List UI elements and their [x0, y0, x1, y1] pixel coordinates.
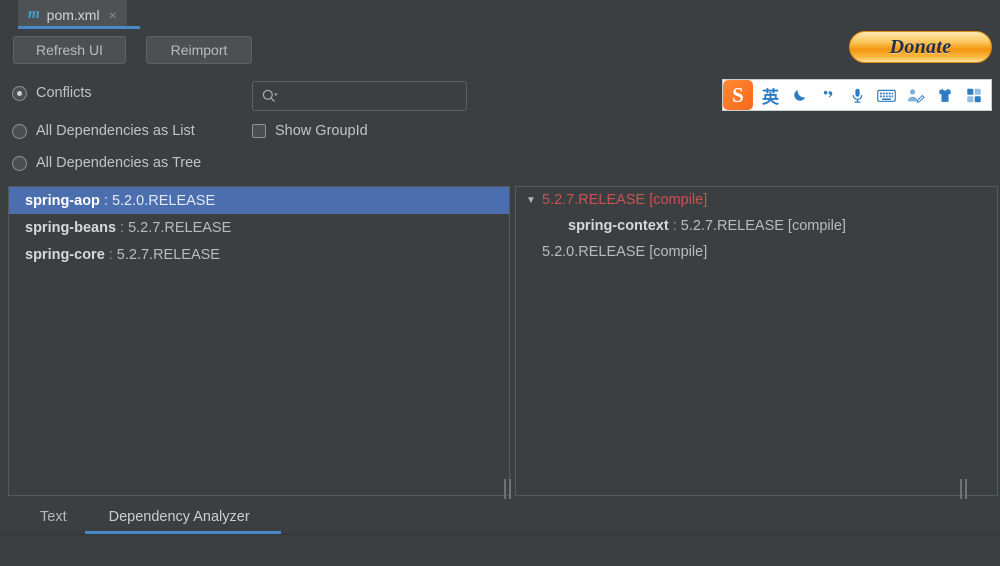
sogou-logo-icon[interactable]: S: [723, 80, 753, 110]
radio-all-dependencies-as-tree[interactable]: All Dependencies as Tree: [12, 155, 201, 171]
language-mode-english-icon[interactable]: 英: [757, 80, 784, 110]
separator: :: [672, 218, 677, 234]
toolbox-grid-icon[interactable]: [960, 80, 987, 110]
artifact-id: spring-beans: [25, 219, 117, 236]
maven-m-icon: m: [28, 6, 40, 22]
list-item[interactable]: spring-beans : 5.2.7.RELEASE: [9, 214, 509, 241]
separator: :: [103, 192, 108, 209]
separator: :: [108, 246, 113, 263]
microphone-icon[interactable]: [844, 80, 871, 110]
tab-dependency-analyzer[interactable]: Dependency Analyzer: [101, 499, 258, 535]
tree-node-label: 5.2.0.RELEASE [compile]: [542, 244, 708, 260]
artifact-id: spring-aop: [25, 192, 100, 209]
radio-conflicts-indicator: [12, 85, 27, 101]
sogou-ime-toolbar[interactable]: S 英: [722, 79, 992, 111]
tree-row[interactable]: spring-context : 5.2.7.RELEASE [compile]: [516, 213, 997, 239]
search-icon: [261, 88, 278, 105]
editor-tab-label: pom.xml: [46, 6, 100, 23]
radio-all-dependencies-as-tree-label: All Dependencies as Tree: [36, 155, 202, 171]
editor-tab-active-underline: [18, 26, 140, 29]
separator: :: [120, 219, 125, 236]
dependency-tree-pane[interactable]: ▼ 5.2.7.RELEASE [compile] spring-context…: [515, 186, 998, 496]
maven-dependency-analyzer-window: m pom.xml × Refresh UI Reimport Donate S…: [0, 0, 1000, 566]
bottom-tab-bar: Text Dependency Analyzer: [0, 499, 1000, 535]
tree-node-label: 5.2.7.RELEASE [compile]: [680, 218, 846, 234]
donate-button[interactable]: Donate: [849, 31, 992, 63]
handwriting-icon[interactable]: [902, 80, 929, 110]
version: 5.2.7.RELEASE: [128, 219, 232, 236]
checkbox-show-groupid-label: Show GroupId: [275, 123, 368, 139]
bottom-filler: [0, 535, 1000, 566]
version: 5.2.0.RELEASE: [111, 192, 216, 209]
punctuation-icon[interactable]: [815, 80, 842, 110]
close-icon[interactable]: ×: [109, 8, 117, 22]
refresh-ui-button[interactable]: Refresh UI: [13, 36, 126, 64]
radio-conflicts-label: Conflicts: [36, 85, 92, 101]
tree-node-label: 5.2.7.RELEASE [compile]: [542, 192, 708, 208]
moon-icon[interactable]: [786, 80, 813, 110]
checkbox-show-groupid-indicator: [252, 124, 266, 138]
reimport-button[interactable]: Reimport: [146, 36, 252, 64]
list-item[interactable]: spring-core : 5.2.7.RELEASE: [9, 241, 509, 268]
tab-text[interactable]: Text: [32, 499, 75, 535]
tree-row[interactable]: ▼ 5.2.7.RELEASE [compile]: [516, 187, 997, 213]
checkbox-show-groupid[interactable]: Show GroupId: [252, 123, 368, 139]
radio-all-dependencies-as-list[interactable]: All Dependencies as List: [12, 123, 195, 139]
tree-row[interactable]: 5.2.0.RELEASE [compile]: [516, 239, 997, 265]
editor-tab-pom-xml[interactable]: m pom.xml ×: [18, 0, 127, 29]
editor-tab-strip: m pom.xml ×: [0, 0, 1000, 29]
dependency-list-pane[interactable]: spring-aop : 5.2.0.RELEASE spring-beans …: [8, 186, 510, 496]
left-rail: [0, 29, 8, 535]
list-item[interactable]: spring-aop : 5.2.0.RELEASE: [9, 187, 509, 214]
chevron-down-icon[interactable]: ▼: [520, 195, 542, 206]
artifact-id: spring-core: [25, 246, 105, 263]
radio-all-dependencies-as-tree-indicator: [12, 155, 27, 171]
skin-shirt-icon[interactable]: [931, 80, 958, 110]
artifact-id: spring-context: [568, 218, 669, 234]
version: 5.2.7.RELEASE: [116, 246, 220, 263]
radio-conflicts[interactable]: Conflicts: [12, 85, 92, 101]
search-input[interactable]: [252, 81, 467, 111]
donate-label: Donate: [889, 35, 952, 58]
radio-all-dependencies-as-list-indicator: [12, 123, 27, 139]
radio-all-dependencies-as-list-label: All Dependencies as List: [36, 123, 195, 139]
soft-keyboard-icon[interactable]: [873, 80, 900, 110]
